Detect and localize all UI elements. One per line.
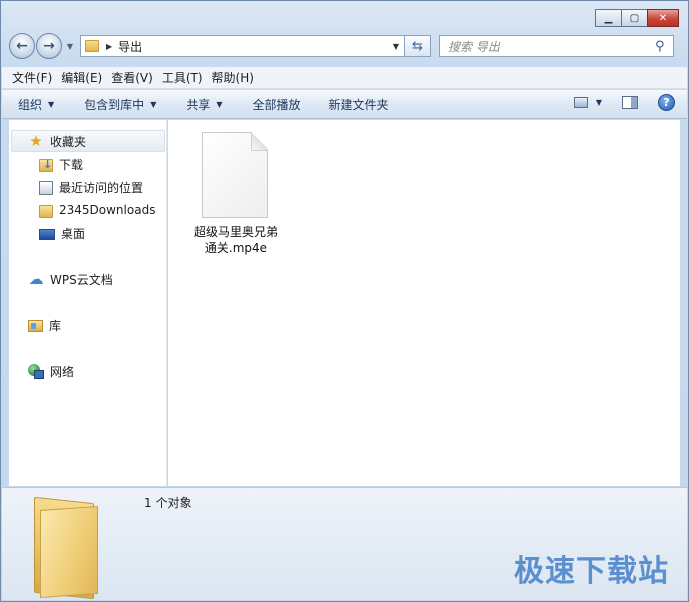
chevron-down-icon: ▼ — [150, 99, 157, 109]
file-name: 超级马里奥兄弟 通关.mp4e — [188, 224, 284, 256]
organize-label: 组织 — [18, 97, 43, 112]
details-pane: 1 个对象 极速下载站 — [2, 487, 687, 600]
organize-button[interactable]: 组织 ▼ — [18, 96, 54, 113]
refresh-icon: ⇆ — [412, 38, 423, 54]
recent-places-icon — [39, 180, 53, 195]
address-bar[interactable]: ▶ 导出 ▼ — [80, 35, 405, 57]
nav-item-label: WPS云文档 — [50, 272, 113, 287]
file-list[interactable]: 超级马里奥兄弟 通关.mp4e — [168, 120, 680, 486]
menu-bar: 文件(F) 编辑(E) 查看(V) 工具(T) 帮助(H) — [2, 67, 687, 89]
menu-file[interactable]: 文件(F) — [12, 69, 52, 86]
close-icon: ✕ — [658, 12, 668, 24]
address-path[interactable]: 导出 — [118, 38, 388, 55]
preview-pane-icon[interactable] — [622, 96, 638, 109]
forward-arrow-icon: → — [43, 38, 55, 54]
forward-button[interactable]: → — [36, 33, 62, 59]
share-label: 共享 — [186, 97, 211, 112]
document-icon — [202, 132, 268, 218]
back-button[interactable]: ← — [9, 33, 35, 59]
play-all-button[interactable]: 全部播放 — [253, 96, 301, 113]
new-folder-button[interactable]: 新建文件夹 — [329, 96, 389, 113]
nav-item-label: 下载 — [59, 157, 84, 172]
nav-item-label: 库 — [49, 318, 62, 333]
nav-item-wps-cloud[interactable]: ☁ WPS云文档 — [28, 268, 113, 290]
cloud-icon: ☁ — [28, 270, 44, 288]
command-bar: 组织 ▼ 包含到库中 ▼ 共享 ▼ 全部播放 新建文件夹 ▼ ? — [2, 90, 687, 119]
minimize-icon: ▁ — [604, 12, 613, 24]
item-count: 1 个对象 — [144, 496, 192, 510]
file-item[interactable]: 超级马里奥兄弟 通关.mp4e — [188, 132, 284, 256]
nav-item-label: 网络 — [50, 364, 75, 379]
nav-item-downloads[interactable]: 下载 — [39, 153, 83, 175]
view-controls: ▼ ? — [573, 94, 675, 111]
desktop-icon — [39, 228, 55, 240]
include-library-label: 包含到库中 — [84, 97, 145, 112]
menu-view[interactable]: 查看(V) — [111, 69, 153, 86]
folder-icon — [39, 204, 53, 218]
folder-icon — [32, 494, 124, 600]
nav-item-label: 2345Downloads — [59, 203, 156, 217]
nav-item-label: 最近访问的位置 — [59, 180, 144, 195]
nav-item-libraries[interactable]: 库 — [28, 314, 61, 336]
close-button[interactable]: ✕ — [647, 9, 679, 27]
recent-pages-dropdown[interactable]: ▼ — [64, 42, 76, 51]
search-placeholder: 搜索 导出 — [448, 39, 500, 54]
refresh-button[interactable]: ⇆ — [405, 35, 431, 57]
breadcrumb-chevron-icon[interactable]: ▶ — [106, 42, 112, 51]
explorer-window: ▁ ▢ ✕ ← → ▼ ▶ 导出 ▼ ⇆ 搜索 导出 ⚲ 文件(F) 编辑(E)… — [0, 0, 689, 602]
navigation-pane: ★ 收藏夹 下载 最近访问的位置 2345Downloads 桌面 ☁ WPS云… — [9, 120, 167, 486]
nav-item-recent-places[interactable]: 最近访问的位置 — [39, 176, 143, 198]
nav-item-network[interactable]: 网络 — [28, 360, 74, 382]
include-in-library-button[interactable]: 包含到库中 ▼ — [84, 96, 156, 113]
star-icon: ★ — [29, 132, 43, 150]
search-icon[interactable]: ⚲ — [655, 39, 673, 54]
watermark-logo: 极速下载站 — [514, 554, 669, 589]
nav-item-2345downloads[interactable]: 2345Downloads — [39, 199, 155, 221]
nav-item-favorites[interactable]: ★ 收藏夹 — [11, 130, 165, 152]
libraries-icon — [28, 320, 43, 332]
chevron-down-icon: ▼ — [216, 99, 223, 109]
navigation-row: ← → ▼ ▶ 导出 ▼ ⇆ 搜索 导出 ⚲ — [9, 33, 680, 59]
downloads-folder-icon — [39, 158, 53, 172]
chevron-down-icon: ▼ — [48, 99, 55, 109]
maximize-button[interactable]: ▢ — [621, 9, 648, 27]
change-view-icon[interactable] — [573, 97, 588, 108]
nav-item-desktop[interactable]: 桌面 — [39, 222, 85, 244]
folder-icon — [85, 40, 99, 52]
back-arrow-icon: ← — [16, 38, 28, 54]
menu-help[interactable]: 帮助(H) — [212, 69, 254, 86]
help-icon[interactable]: ? — [658, 94, 675, 111]
network-icon — [28, 363, 44, 379]
caption-buttons: ▁ ▢ ✕ — [595, 9, 679, 27]
minimize-button[interactable]: ▁ — [595, 9, 622, 27]
menu-edit[interactable]: 编辑(E) — [61, 69, 102, 86]
nav-item-label: 收藏夹 — [50, 134, 87, 149]
search-input[interactable]: 搜索 导出 ⚲ — [439, 35, 674, 57]
share-button[interactable]: 共享 ▼ — [186, 96, 222, 113]
address-dropdown-icon[interactable]: ▼ — [388, 42, 404, 51]
view-options-dropdown-icon[interactable]: ▼ — [596, 98, 602, 107]
menu-tools[interactable]: 工具(T) — [162, 69, 203, 86]
maximize-icon: ▢ — [629, 12, 640, 24]
file-name-line1: 超级马里奥兄弟 — [193, 225, 278, 239]
file-name-line2: 通关.mp4e — [204, 241, 268, 255]
nav-item-label: 桌面 — [61, 226, 86, 241]
